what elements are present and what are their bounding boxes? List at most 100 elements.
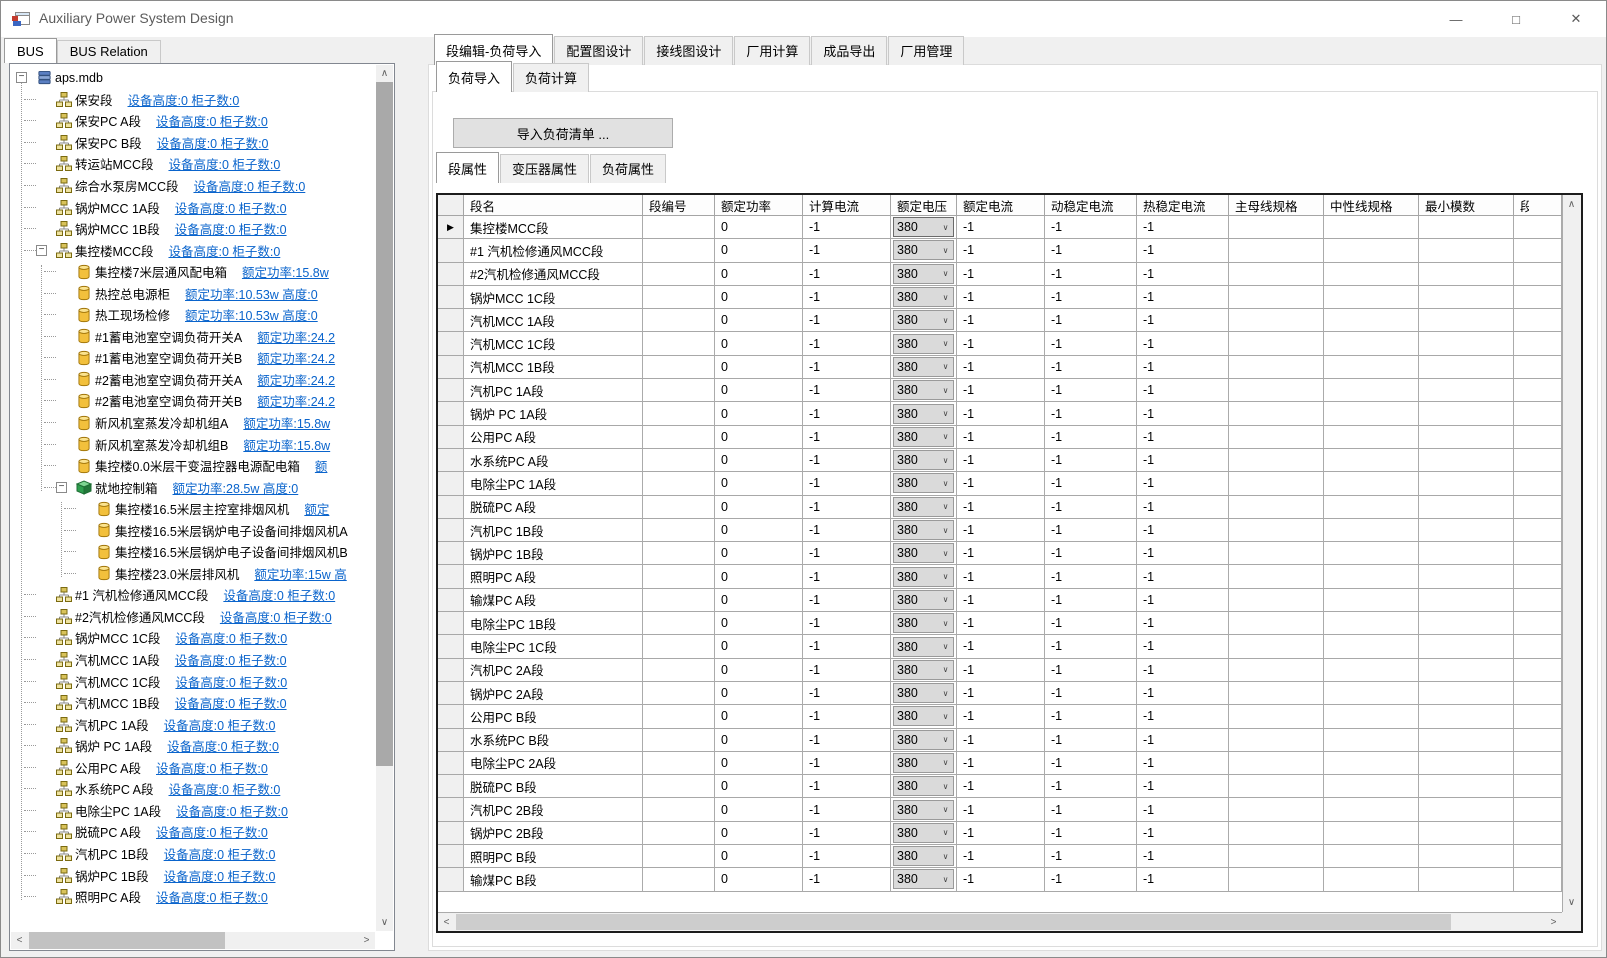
cell-segment-no[interactable] [643,239,715,263]
cell-rated-power[interactable]: 0 [715,612,803,636]
cell-rated-current[interactable]: -1 [957,751,1045,776]
row-selector[interactable] [438,845,464,869]
tree-item-link[interactable]: 设备高度:0 柜子数:0 [175,628,287,647]
cell-dynamic-stable-current[interactable]: -1 [1045,565,1137,589]
cell-clipped[interactable] [1514,495,1562,519]
property-tab-selected[interactable]: 段属性 [436,152,500,183]
property-tab[interactable]: 变压器属性 [500,154,590,183]
grid-column-header[interactable]: 计算电流 [803,195,891,216]
cell-calc-current[interactable]: -1 [803,262,891,286]
cell-rated-voltage[interactable]: 380 ∨ [891,705,957,729]
tree-item[interactable]: #2汽机检修通风MCC段 设备高度:0 柜子数:0 [12,606,375,628]
cell-thermal-stable-current[interactable]: -1 [1137,402,1229,426]
chevron-down-icon[interactable]: ∨ [938,223,953,232]
voltage-combobox[interactable]: 380 ∨ [893,380,954,401]
chevron-down-icon[interactable]: ∨ [938,572,953,581]
cell-min-module[interactable] [1419,775,1514,799]
scroll-down-icon[interactable]: ∨ [376,914,393,931]
cell-neutral-spec[interactable] [1324,635,1419,659]
cell-segment-name[interactable]: 锅炉PC 1B段 [464,542,643,566]
tree-item-link[interactable]: 设备高度:0 柜子数:0 [169,779,281,798]
tree-item-link[interactable]: 设备高度:0 柜子数:0 [175,672,287,691]
cell-neutral-spec[interactable] [1324,448,1419,473]
cell-calc-current[interactable]: -1 [803,565,891,589]
cell-neutral-spec[interactable] [1324,332,1419,356]
cell-rated-current[interactable]: -1 [957,542,1045,566]
tree-item-link[interactable]: 设备高度:0 柜子数:0 [157,133,269,152]
cell-dynamic-stable-current[interactable]: -1 [1045,705,1137,729]
cell-clipped[interactable] [1514,821,1562,846]
row-selector[interactable] [438,379,464,403]
row-selector[interactable] [438,798,464,822]
cell-rated-voltage[interactable]: 380 ∨ [891,728,957,752]
cell-neutral-spec[interactable] [1324,775,1419,799]
cell-clipped[interactable] [1514,798,1562,822]
cell-segment-no[interactable] [643,542,715,566]
cell-segment-no[interactable] [643,472,715,496]
cell-segment-no[interactable] [643,868,715,892]
cell-rated-current[interactable]: -1 [957,821,1045,846]
cell-main-bus-spec[interactable] [1229,868,1324,892]
chevron-down-icon[interactable]: ∨ [938,875,953,884]
chevron-down-icon[interactable]: ∨ [938,642,953,651]
voltage-combobox[interactable]: 380 ∨ [893,589,954,610]
cell-segment-no[interactable] [643,821,715,846]
cell-rated-voltage[interactable]: 380 ∨ [891,821,957,846]
row-selector[interactable] [438,239,464,263]
cell-segment-no[interactable] [643,705,715,729]
tree-item-link[interactable]: 额定功率:15.8w [242,262,329,281]
cell-dynamic-stable-current[interactable]: -1 [1045,775,1137,799]
chevron-down-icon[interactable]: ∨ [938,316,953,325]
cell-clipped[interactable] [1514,472,1562,496]
cell-dynamic-stable-current[interactable]: -1 [1045,472,1137,496]
cell-segment-name[interactable]: 汽机MCC 1A段 [464,309,643,333]
cell-rated-voltage[interactable]: 380 ∨ [891,845,957,869]
cell-min-module[interactable] [1419,798,1514,822]
tree-item-link[interactable]: 设备高度:0 柜子数:0 [176,801,288,820]
row-selector[interactable] [438,309,464,333]
voltage-combobox[interactable]: 380 ∨ [893,752,954,773]
row-selector[interactable] [438,868,464,892]
chevron-down-icon[interactable]: ∨ [938,526,953,535]
cell-segment-name[interactable]: 公用PC A段 [464,425,643,449]
tree-item[interactable]: − aps.mdb [12,67,375,89]
cell-rated-voltage[interactable]: 380 ∨ [891,588,957,613]
cell-thermal-stable-current[interactable]: -1 [1137,495,1229,519]
maximize-button[interactable]: □ [1486,1,1546,37]
cell-calc-current[interactable]: -1 [803,798,891,822]
voltage-combobox[interactable]: 380 ∨ [893,450,954,471]
cell-segment-name[interactable]: 汽机PC 2A段 [464,658,643,682]
voltage-combobox[interactable]: 380 ∨ [893,776,954,797]
cell-rated-power[interactable]: 0 [715,518,803,543]
chevron-down-icon[interactable]: ∨ [938,362,953,371]
row-selector[interactable] [438,402,464,426]
grid-horizontal-scrollbar[interactable]: < > [438,912,1562,931]
tree-expander-minus-icon[interactable]: − [36,244,47,256]
voltage-combobox[interactable]: 380 ∨ [893,356,954,377]
row-selector[interactable] [438,705,464,729]
grid-column-header[interactable]: 热稳定电流 [1137,195,1229,216]
chevron-down-icon[interactable]: ∨ [938,502,953,511]
cell-rated-power[interactable]: 0 [715,216,803,240]
cell-min-module[interactable] [1419,355,1514,380]
cell-neutral-spec[interactable] [1324,751,1419,776]
row-selector[interactable] [438,728,464,752]
cell-main-bus-spec[interactable] [1229,379,1324,403]
cell-segment-no[interactable] [643,495,715,519]
cell-segment-name[interactable]: 锅炉PC 2B段 [464,821,643,846]
cell-rated-voltage[interactable]: 380 ∨ [891,309,957,333]
chevron-down-icon[interactable]: ∨ [938,665,953,674]
main-tab[interactable]: 成品导出 [811,36,888,65]
voltage-combobox[interactable]: 380 ∨ [893,310,954,331]
chevron-down-icon[interactable]: ∨ [938,432,953,441]
tree-item-link[interactable]: 设备高度:0 柜子数:0 [168,154,280,173]
cell-min-module[interactable] [1419,868,1514,892]
cell-main-bus-spec[interactable] [1229,518,1324,543]
cell-rated-voltage[interactable]: 380 ∨ [891,448,957,473]
voltage-combobox[interactable]: 380 ∨ [893,240,954,261]
tree-item[interactable]: − 就地控制箱 额定功率:28.5w 高度:0 [12,476,375,498]
tree-item[interactable]: 照明PC A段 设备高度:0 柜子数:0 [12,886,375,908]
cell-segment-no[interactable] [643,216,715,240]
tree-item[interactable]: 新风机室蒸发冷却机组A 额定功率:15.8w [12,412,375,434]
tree-item-link[interactable]: 设备高度:0 柜子数:0 [156,822,268,841]
